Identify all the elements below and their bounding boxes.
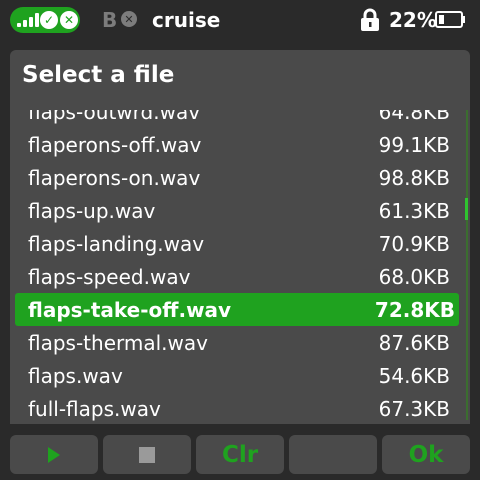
file-row[interactable]: flaps-thermal.wav 87.6KB [10, 326, 462, 359]
clear-button[interactable]: Clr [196, 435, 284, 474]
file-size: 87.6KB [378, 331, 450, 355]
close-circle-icon: ✕ [121, 11, 137, 27]
file-name: flaps-speed.wav [28, 265, 191, 289]
play-button[interactable] [10, 435, 98, 474]
button-bar: Clr Ok [0, 424, 480, 480]
file-row[interactable]: flaps-up.wav 61.3KB [10, 194, 462, 227]
stop-icon [139, 446, 155, 463]
file-name: flaps.wav [28, 364, 123, 388]
file-row[interactable]: flaperons-off.wav 99.1KB [10, 128, 462, 161]
file-size: 61.3KB [378, 199, 450, 223]
b-label: B [102, 8, 118, 32]
file-size: 72.8KB [374, 298, 455, 322]
battery-percent: 22% [389, 8, 437, 32]
file-size: 54.6KB [378, 364, 450, 388]
file-size: 99.1KB [378, 133, 450, 157]
check-circle-icon: ✓ [40, 11, 58, 29]
file-row[interactable]: flaps-outwrd.wav 64.8KB [10, 110, 462, 128]
file-size: 67.3KB [378, 397, 450, 421]
ok-button[interactable]: Ok [382, 435, 470, 474]
file-row[interactable]: full-flaps.wav 67.3KB [10, 392, 462, 424]
dialog-header: Select a file [10, 50, 470, 102]
file-size: 98.8KB [378, 166, 450, 190]
file-name: flaps-take-off.wav [28, 298, 232, 322]
dialog-title: Select a file [22, 62, 175, 88]
signal-bars-icon [17, 13, 39, 27]
file-name: flaps-outwrd.wav [28, 110, 201, 124]
file-name: flaperons-off.wav [28, 133, 202, 157]
file-name: flaps-thermal.wav [28, 331, 208, 355]
file-row[interactable]: flaps-landing.wav 70.9KB [10, 227, 462, 260]
model-name[interactable]: cruise [152, 8, 220, 32]
file-name: flaps-up.wav [28, 199, 156, 223]
stop-button[interactable] [103, 435, 191, 474]
lock-icon[interactable] [359, 8, 381, 32]
scrollbar-track[interactable] [466, 110, 468, 420]
scrollbar-thumb[interactable] [465, 198, 468, 220]
file-name: flaperons-on.wav [28, 166, 201, 190]
close-circle-icon: ✕ [60, 11, 78, 29]
file-name: flaps-landing.wav [28, 232, 205, 256]
file-size: 70.9KB [378, 232, 450, 256]
file-row[interactable]: flaps-speed.wav 68.0KB [10, 260, 462, 293]
file-list[interactable]: flaps-outwrd.wav 64.8KB flaperons-off.wav 9… [10, 102, 470, 424]
file-row[interactable]: flaperons-on.wav 98.8KB [10, 161, 462, 194]
empty-button[interactable] [289, 435, 377, 474]
receiver-status-pill[interactable]: ✓ ✕ [10, 7, 80, 33]
status-bar: ✓ ✕ B ✕ cruise 22% [0, 0, 480, 40]
file-row[interactable]: flaps.wav 54.6KB [10, 359, 462, 392]
file-row-selected[interactable]: flaps-take-off.wav 72.8KB [15, 293, 459, 326]
file-size: 64.8KB [378, 110, 450, 124]
play-icon [48, 446, 60, 463]
file-name: full-flaps.wav [28, 397, 161, 421]
file-size: 68.0KB [378, 265, 450, 289]
battery-icon [435, 11, 465, 28]
